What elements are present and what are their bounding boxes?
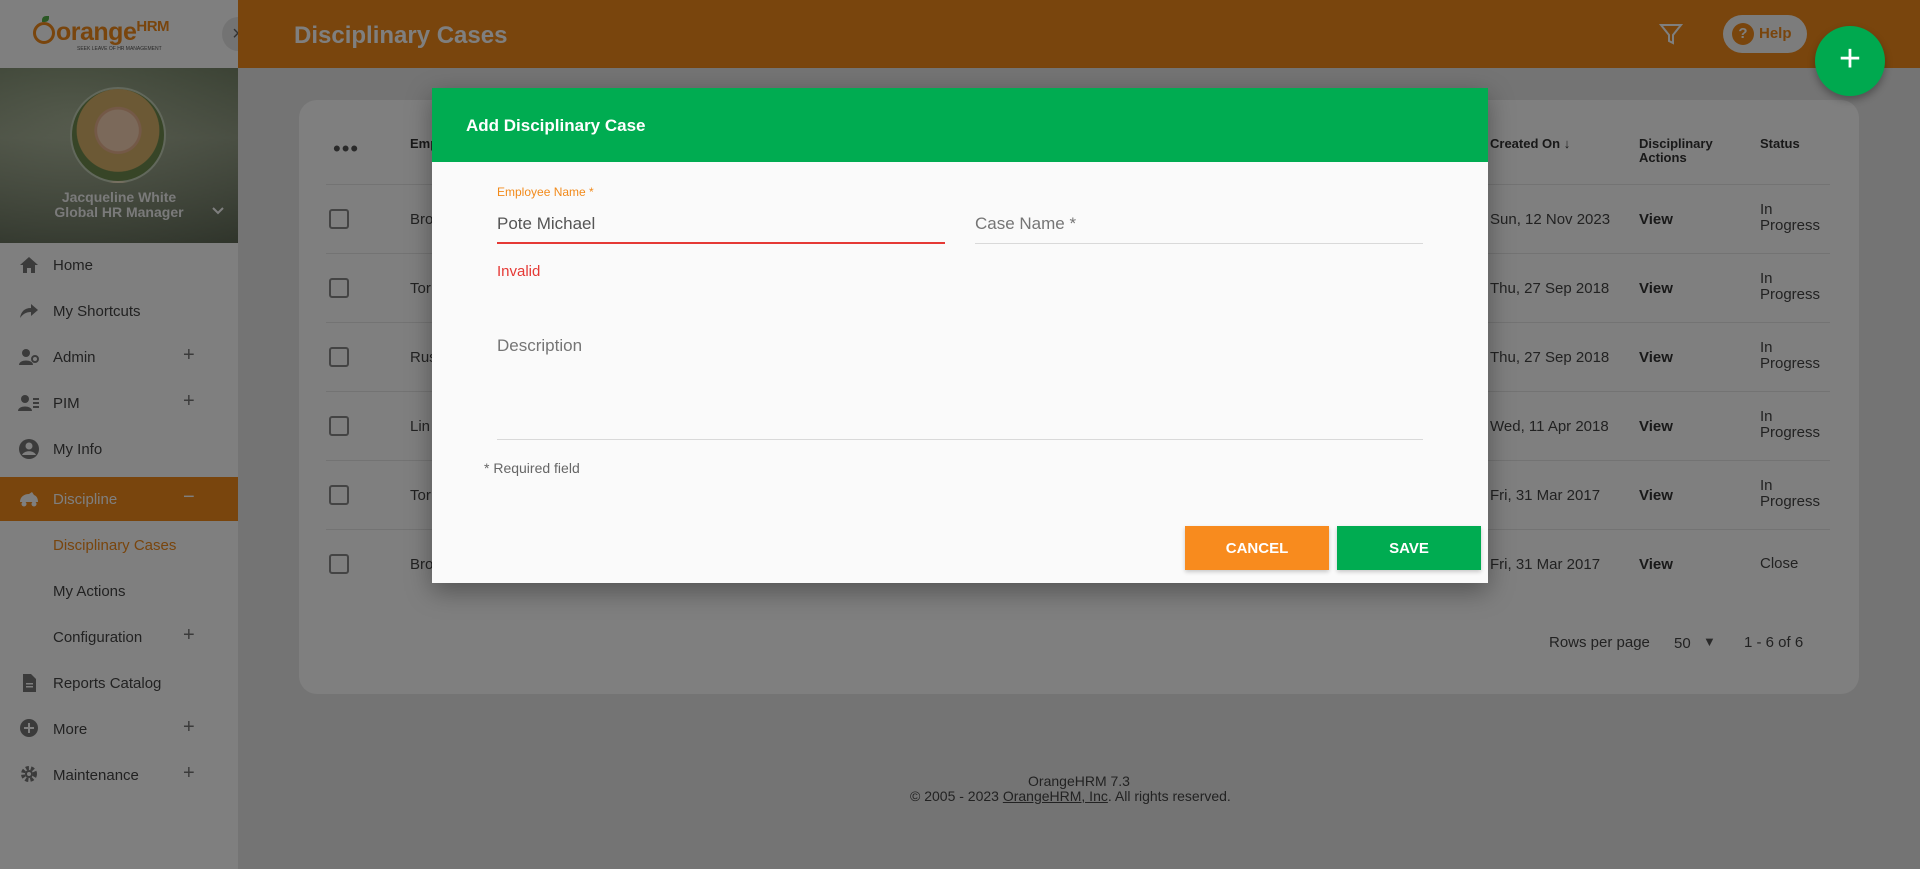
employee-name-error: Invalid (497, 263, 541, 280)
save-button[interactable]: SAVE (1337, 526, 1481, 570)
modal-title: Add Disciplinary Case (466, 116, 646, 135)
modal-header: Add Disciplinary Case (432, 88, 1488, 162)
add-case-button[interactable]: + (1815, 26, 1885, 96)
employee-name-input[interactable] (497, 200, 945, 244)
case-name-input[interactable] (975, 200, 1423, 244)
plus-icon: + (1838, 38, 1862, 80)
required-field-note: * Required field (484, 460, 580, 476)
employee-name-label: Employee Name * (497, 185, 594, 199)
cancel-button[interactable]: CANCEL (1185, 526, 1329, 570)
description-textarea[interactable] (497, 328, 1423, 440)
add-disciplinary-case-dialog: Add Disciplinary Case Employee Name * In… (432, 88, 1488, 583)
